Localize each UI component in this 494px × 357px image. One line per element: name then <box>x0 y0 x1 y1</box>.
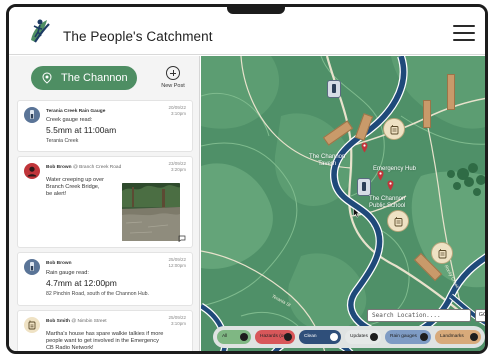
toggle-icon <box>330 333 338 341</box>
hazard-pin-icon[interactable] <box>387 178 394 191</box>
catchment-selector[interactable]: The Channon <box>31 66 137 90</box>
radio-marker-icon[interactable] <box>387 210 409 232</box>
sidebar: The Channon New Post Terania Creek Rain … <box>9 56 200 351</box>
hamburger-menu-icon[interactable] <box>453 25 475 41</box>
post-timestamp: 23/09/22 3:20pm <box>168 161 186 172</box>
landmark-marker[interactable] <box>447 74 455 110</box>
post-place: Terania Creek <box>46 138 79 144</box>
post-body: Martha's house has spare walkie talkies … <box>46 331 164 351</box>
post-lead: Creek gauge read: <box>46 117 93 123</box>
radio-marker-icon[interactable] <box>431 242 453 264</box>
map-label-school: The Channon Public School <box>369 196 406 209</box>
rain-gauge-avatar-icon <box>24 107 40 123</box>
post-timestamp: 25/09/22 3:10pm <box>168 315 186 326</box>
rain-gauge-marker[interactable] <box>327 80 341 98</box>
catchment-label: The Channon <box>61 72 128 84</box>
map-label-emergency-hub: Emergency Hub <box>373 166 417 172</box>
toggle-icon <box>420 333 428 341</box>
post-body: Water creeping up over Branch Creek Brid… <box>46 177 104 197</box>
filter-clean[interactable]: Clean <box>299 330 341 344</box>
filter-landmarks[interactable]: Landmarks <box>435 330 481 344</box>
rain-gauge-avatar-icon <box>24 259 40 275</box>
post-lead: Rain gauge read: <box>46 270 89 276</box>
new-post-label: New Post <box>161 83 185 89</box>
post-author: Bob Brown <box>46 261 72 266</box>
map-label-tavern: The Channon Tavern <box>309 154 346 167</box>
catchment-map[interactable]: The Channon Tavern Emergency Hub The Chan… <box>201 56 485 351</box>
toggle-icon <box>370 333 378 341</box>
radio-marker-icon[interactable] <box>383 118 405 140</box>
device-notch <box>227 7 285 14</box>
app-header: The People's Catchment <box>9 7 485 55</box>
post-card[interactable]: Bob Brown 25/09/22 12:00pm Rain gauge rea… <box>17 252 193 306</box>
filter-rain-gauges[interactable]: Rain gauges <box>385 330 431 344</box>
radio-avatar-icon <box>24 317 40 333</box>
post-card[interactable]: Bob Smith @ Nimbin Street 25/09/22 3:10pm… <box>17 310 193 351</box>
toggle-icon <box>284 333 292 341</box>
new-post-button[interactable]: New Post <box>155 66 191 89</box>
filter-updates[interactable]: Updates <box>345 330 381 344</box>
flood-photo[interactable] <box>122 183 180 241</box>
map-filter-bar: All Hazards (on) Clean Updates Rain gaug… <box>213 326 485 348</box>
post-reading: 5.5mm at 11:00am <box>46 125 117 135</box>
logo-icon <box>27 16 53 46</box>
filter-all[interactable]: All <box>217 330 251 344</box>
search-go-button[interactable]: GO <box>475 309 485 322</box>
comment-icon[interactable] <box>178 235 186 242</box>
location-search-input[interactable]: Search Location.... <box>367 309 471 322</box>
post-author: Bob Brown @ Branch Creek Road <box>46 165 122 170</box>
toggle-icon <box>470 333 478 341</box>
post-timestamp: 25/09/22 12:00pm <box>168 257 186 268</box>
filter-hazards[interactable]: Hazards (on) <box>255 330 295 344</box>
user-avatar-icon <box>24 163 40 179</box>
post-card[interactable]: Terania Creek Rain Gauge 20/09/22 3:10pm … <box>17 100 193 152</box>
app-title: The People's Catchment <box>63 29 213 44</box>
rain-gauge-marker[interactable] <box>357 178 371 196</box>
post-author: Terania Creek Rain Gauge <box>46 109 106 114</box>
hazard-pin-icon[interactable] <box>361 140 368 153</box>
mouse-cursor-icon <box>353 208 360 218</box>
toggle-icon <box>240 333 248 341</box>
location-pin-icon <box>42 72 52 84</box>
landmark-marker[interactable] <box>423 100 431 128</box>
post-card[interactable]: Bob Brown @ Branch Creek Road 23/09/22 3:… <box>17 156 193 248</box>
plus-icon <box>166 66 180 80</box>
post-author: Bob Smith @ Nimbin Street <box>46 319 107 324</box>
post-timestamp: 20/09/22 3:10pm <box>168 105 186 116</box>
post-reading: 4.7mm at 12:00pm <box>46 278 117 288</box>
post-place: 82 Pinchin Road, south of the Channon Hu… <box>46 291 149 297</box>
tablet-frame: The People's Catchment The Channon New P… <box>6 4 488 354</box>
